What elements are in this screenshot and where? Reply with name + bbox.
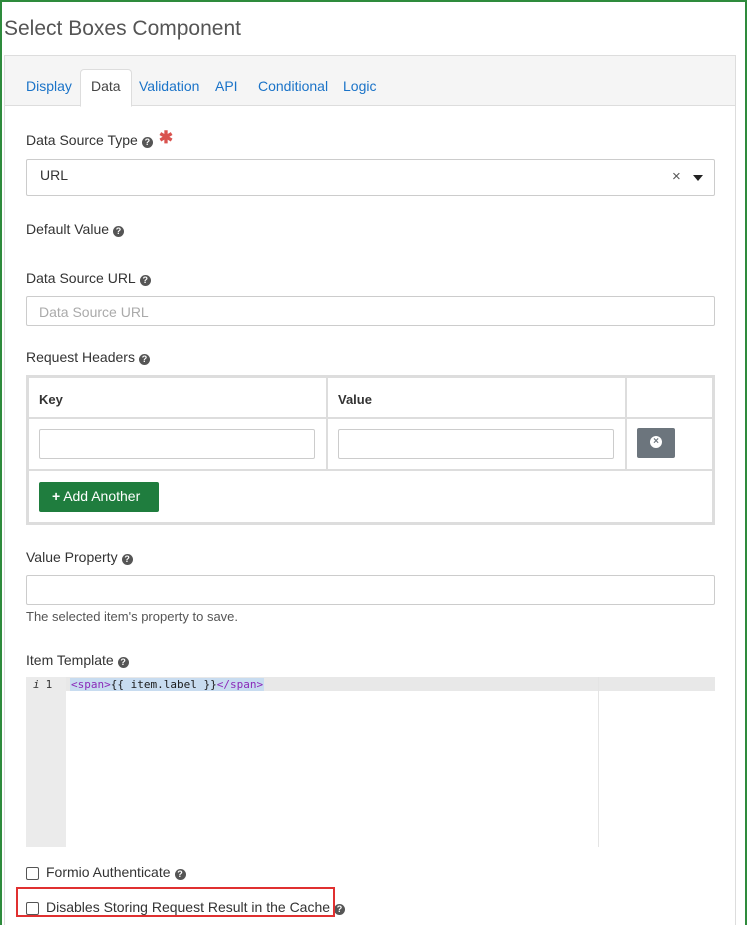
tab-data[interactable]: Data xyxy=(80,69,132,107)
help-icon[interactable]: ? xyxy=(139,275,151,286)
formio-authenticate-checkbox[interactable] xyxy=(26,867,39,880)
highlight-annotation-box xyxy=(16,887,335,917)
print-margin xyxy=(598,677,599,847)
help-icon[interactable]: ? xyxy=(141,137,153,148)
request-headers-table: Key Value × + Add Another xyxy=(26,375,715,525)
page-title: Select Boxes Component xyxy=(4,17,241,40)
data-source-url-placeholder: Data Source URL xyxy=(39,304,149,320)
help-icon[interactable]: ? xyxy=(174,869,186,880)
help-icon[interactable]: ? xyxy=(117,657,129,668)
request-headers-label: Request Headers? xyxy=(26,349,150,365)
help-icon[interactable]: ? xyxy=(334,904,346,915)
data-source-url-label: Data Source URL? xyxy=(26,270,151,286)
tab-validation[interactable]: Validation xyxy=(129,70,209,106)
data-source-type-label: Data Source Type? ✱ xyxy=(26,128,174,148)
tab-api[interactable]: API xyxy=(205,70,248,106)
remove-row-button[interactable]: × xyxy=(637,428,675,458)
column-header-actions xyxy=(627,378,712,419)
line-number: i1 xyxy=(33,678,53,691)
table-row xyxy=(29,419,328,471)
column-header-value: Value xyxy=(328,378,627,419)
header-key-input[interactable] xyxy=(39,429,315,459)
header-value-input[interactable] xyxy=(338,429,614,459)
help-icon[interactable]: ? xyxy=(113,226,125,237)
dropdown-caret-icon[interactable] xyxy=(693,175,703,181)
editor-gutter: i1 xyxy=(26,677,66,847)
add-another-button[interactable]: + Add Another xyxy=(39,482,159,512)
clear-icon[interactable]: × xyxy=(672,168,681,185)
data-source-type-select[interactable]: URL × xyxy=(26,159,715,196)
item-template-label: Item Template? xyxy=(26,652,129,668)
item-template-code-editor[interactable]: i1 <span>{{ item.label }}</span> xyxy=(26,677,715,847)
table-row xyxy=(328,419,627,471)
default-value-label: Default Value? xyxy=(26,221,125,237)
code-line[interactable]: <span>{{ item.label }}</span> xyxy=(70,678,265,691)
column-header-key: Key xyxy=(29,378,328,419)
info-icon: i xyxy=(33,678,40,691)
value-property-input[interactable] xyxy=(26,575,715,605)
formio-authenticate-label: Formio Authenticate? xyxy=(46,864,186,880)
component-settings-panel: Display Data Validation API Conditional … xyxy=(4,55,736,925)
remove-circle-icon: × xyxy=(650,436,662,448)
tab-display[interactable]: Display xyxy=(16,70,82,106)
help-icon[interactable]: ? xyxy=(121,554,133,565)
value-property-label: Value Property? xyxy=(26,549,133,565)
tab-bar: Display Data Validation API Conditional … xyxy=(5,56,735,107)
value-property-hint: The selected item's property to save. xyxy=(26,609,239,624)
tab-conditional[interactable]: Conditional xyxy=(248,70,338,106)
help-icon[interactable]: ? xyxy=(138,354,150,365)
data-source-url-input[interactable]: Data Source URL xyxy=(26,296,715,326)
tab-logic[interactable]: Logic xyxy=(333,70,386,106)
required-asterisk: ✱ xyxy=(158,128,174,147)
plus-icon: + xyxy=(52,488,61,504)
data-source-type-value: URL xyxy=(40,167,69,183)
